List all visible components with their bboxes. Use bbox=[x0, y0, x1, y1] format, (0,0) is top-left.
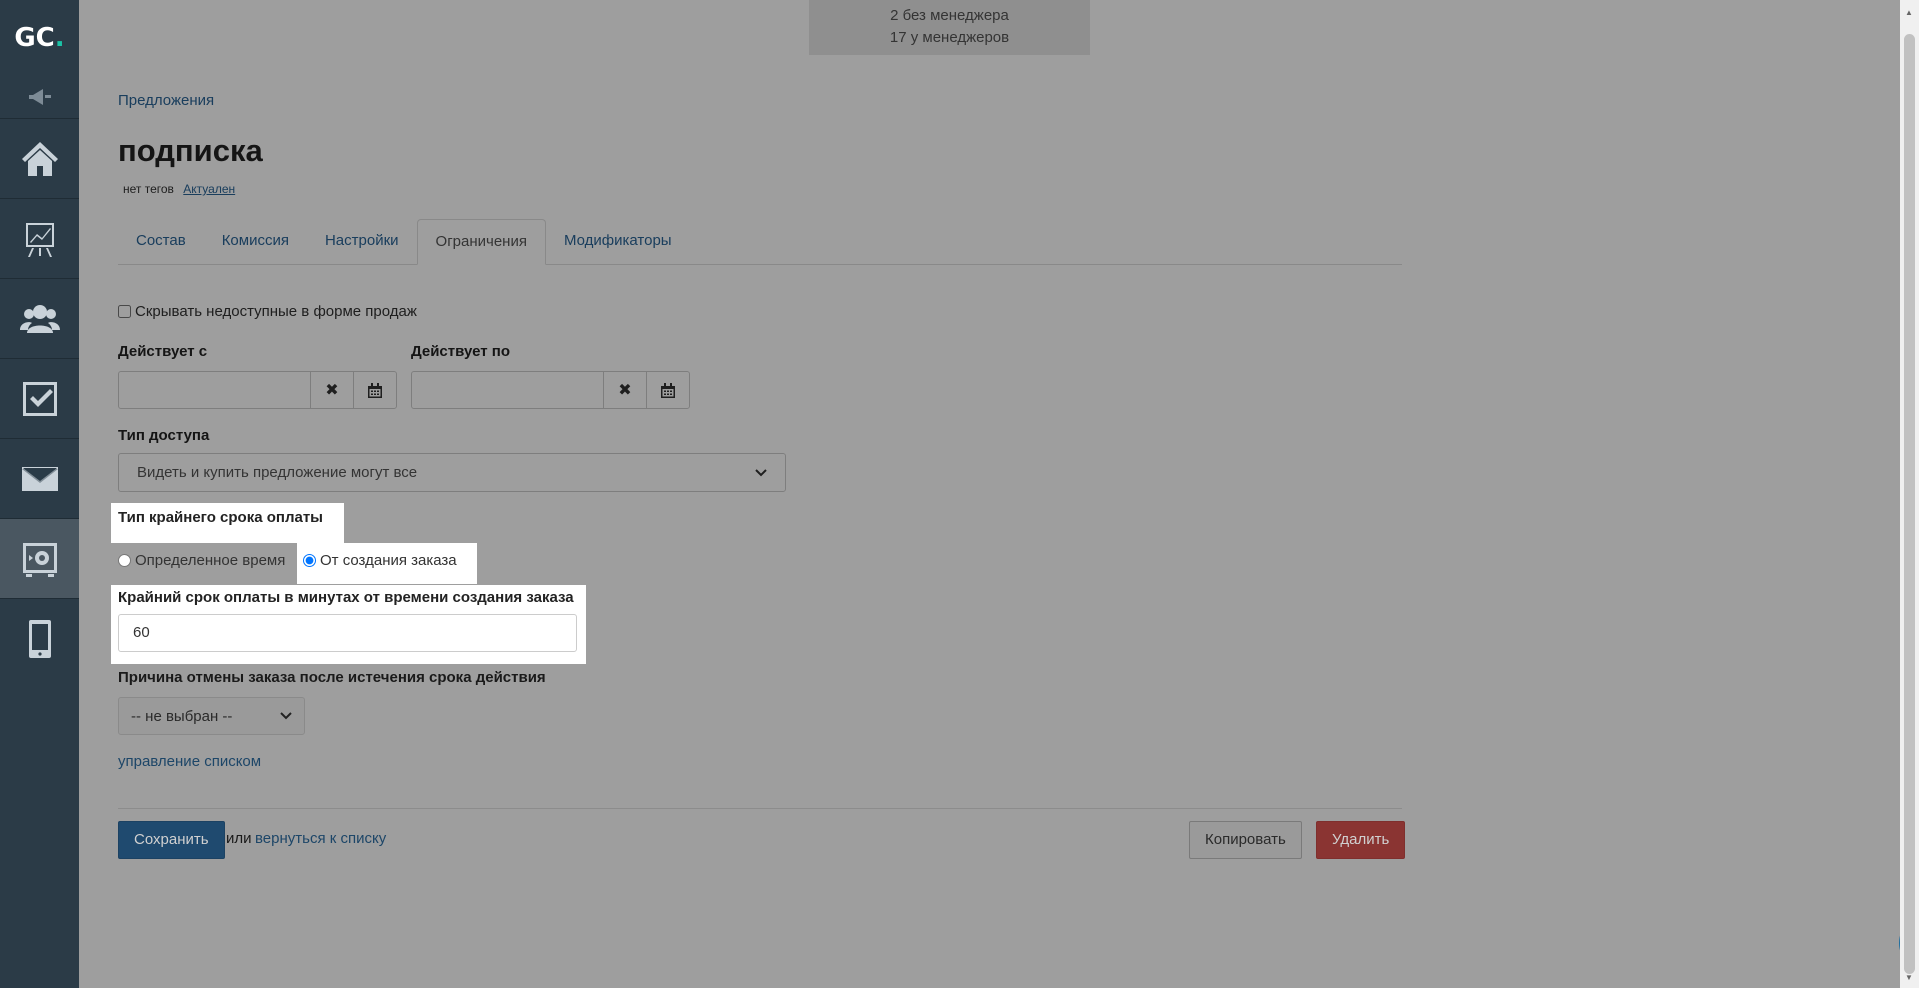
deadline-order-label: От создания заказа bbox=[320, 552, 457, 569]
sidebar-item-tasks[interactable] bbox=[0, 358, 79, 438]
chevron-down-icon bbox=[755, 466, 767, 480]
access-type-value: Видеть и купить предложение могут все bbox=[137, 464, 418, 481]
deadline-fixed-label: Определенное время bbox=[135, 552, 286, 569]
deadline-fixed-row[interactable]: Определенное время bbox=[118, 552, 285, 569]
sidebar-item-mail[interactable] bbox=[0, 438, 79, 518]
sidebar-item-sales[interactable] bbox=[0, 518, 79, 598]
sidebar-item-users[interactable] bbox=[0, 278, 79, 358]
tab-commission[interactable]: Комиссия bbox=[204, 219, 307, 263]
sidebar: GC. bbox=[0, 0, 79, 988]
safe-icon bbox=[22, 542, 57, 577]
cancel-reason-value: -- не выбран -- bbox=[131, 707, 233, 725]
mail-icon bbox=[21, 466, 58, 491]
deadline-minutes-input[interactable]: 60 bbox=[118, 614, 577, 652]
calendar-icon[interactable] bbox=[646, 371, 690, 409]
home-icon bbox=[21, 141, 58, 176]
clear-icon[interactable]: ✖ bbox=[603, 371, 647, 409]
mobile-icon bbox=[28, 619, 51, 658]
highlight-deadline-minutes: Крайний срок оплаты в минутах от времени… bbox=[111, 585, 586, 664]
tab-modifiers[interactable]: Модификаторы bbox=[546, 219, 690, 263]
tasks-icon bbox=[22, 381, 57, 416]
actions-divider bbox=[118, 808, 1402, 809]
scrollbar-thumb[interactable] bbox=[1904, 34, 1915, 974]
or-text: или bbox=[226, 830, 252, 847]
megaphone-icon[interactable] bbox=[0, 76, 79, 118]
page-title: подписка bbox=[118, 133, 263, 168]
breadcrumb[interactable]: Предложения bbox=[118, 92, 214, 109]
back-to-list-link[interactable]: вернуться к списку bbox=[255, 830, 386, 847]
valid-from-input[interactable] bbox=[118, 371, 311, 409]
manager-stats[interactable]: 2 без менеджера 17 у менеджеров bbox=[809, 0, 1090, 55]
hide-unavailable-checkbox[interactable] bbox=[118, 305, 131, 318]
clear-icon[interactable]: ✖ bbox=[310, 371, 354, 409]
tags-row: нет тегов Актуален bbox=[123, 182, 235, 196]
tab-restrictions[interactable]: Ограничения bbox=[416, 219, 546, 265]
valid-to-group: ✖ bbox=[411, 371, 690, 409]
users-icon bbox=[19, 304, 60, 333]
sidebar-item-stats[interactable] bbox=[0, 198, 79, 278]
logo-text: GC bbox=[14, 23, 55, 53]
status-badge[interactable]: Актуален bbox=[183, 182, 235, 196]
logo-dot: . bbox=[54, 23, 65, 53]
stats-without-manager: 2 без менеджера bbox=[890, 7, 1009, 24]
tab-composition[interactable]: Состав bbox=[118, 219, 204, 263]
valid-to-input[interactable] bbox=[411, 371, 604, 409]
chart-icon bbox=[25, 222, 54, 257]
cancel-reason-label: Причина отмены заказа после истечения ср… bbox=[118, 669, 546, 686]
scroll-down-icon[interactable]: ▼ bbox=[1905, 973, 1913, 982]
manage-list-link[interactable]: управление списком bbox=[118, 753, 261, 770]
highlight-deadline-type: Тип крайнего срока оплаты bbox=[111, 503, 344, 543]
stats-with-manager: 17 у менеджеров bbox=[889, 29, 1010, 46]
access-type-select[interactable]: Видеть и купить предложение могут все bbox=[118, 453, 786, 492]
deadline-fixed-radio[interactable] bbox=[118, 554, 131, 567]
no-tags-label: нет тегов bbox=[123, 182, 174, 196]
tabs: Состав Комиссия Настройки Ограничения Мо… bbox=[118, 219, 1402, 265]
chevron-down-icon bbox=[280, 709, 292, 723]
deadline-order-row[interactable]: От создания заказа bbox=[303, 552, 457, 569]
access-type-label: Тип доступа bbox=[118, 427, 210, 444]
logo[interactable]: GC. bbox=[0, 0, 79, 76]
main-area: 2 без менеджера 17 у менеджеров Предложе… bbox=[79, 0, 1919, 988]
deadline-order-radio[interactable] bbox=[303, 554, 316, 567]
calendar-icon[interactable] bbox=[353, 371, 397, 409]
delete-button[interactable]: Удалить bbox=[1316, 821, 1406, 859]
scroll-up-icon[interactable]: ▲ bbox=[1905, 8, 1913, 17]
scrollbar[interactable]: ▲ ▼ bbox=[1900, 0, 1919, 988]
tab-settings[interactable]: Настройки bbox=[307, 219, 417, 263]
hide-unavailable-row[interactable]: Скрывать недоступные в форме продаж bbox=[118, 303, 417, 320]
cancel-reason-select[interactable]: -- не выбран -- bbox=[118, 697, 305, 735]
valid-from-label: Действует с bbox=[118, 343, 208, 360]
sidebar-item-mobile[interactable] bbox=[0, 598, 79, 678]
sidebar-item-home[interactable] bbox=[0, 118, 79, 198]
deadline-minutes-label: Крайний срок оплаты в минутах от времени… bbox=[118, 589, 574, 606]
save-button[interactable]: Сохранить bbox=[118, 821, 225, 859]
hide-unavailable-label: Скрывать недоступные в форме продаж bbox=[135, 303, 417, 320]
deadline-type-label: Тип крайнего срока оплаты bbox=[118, 509, 323, 526]
valid-from-group: ✖ bbox=[118, 371, 397, 409]
valid-to-label: Действует по bbox=[411, 343, 510, 360]
copy-button[interactable]: Копировать bbox=[1189, 821, 1302, 859]
